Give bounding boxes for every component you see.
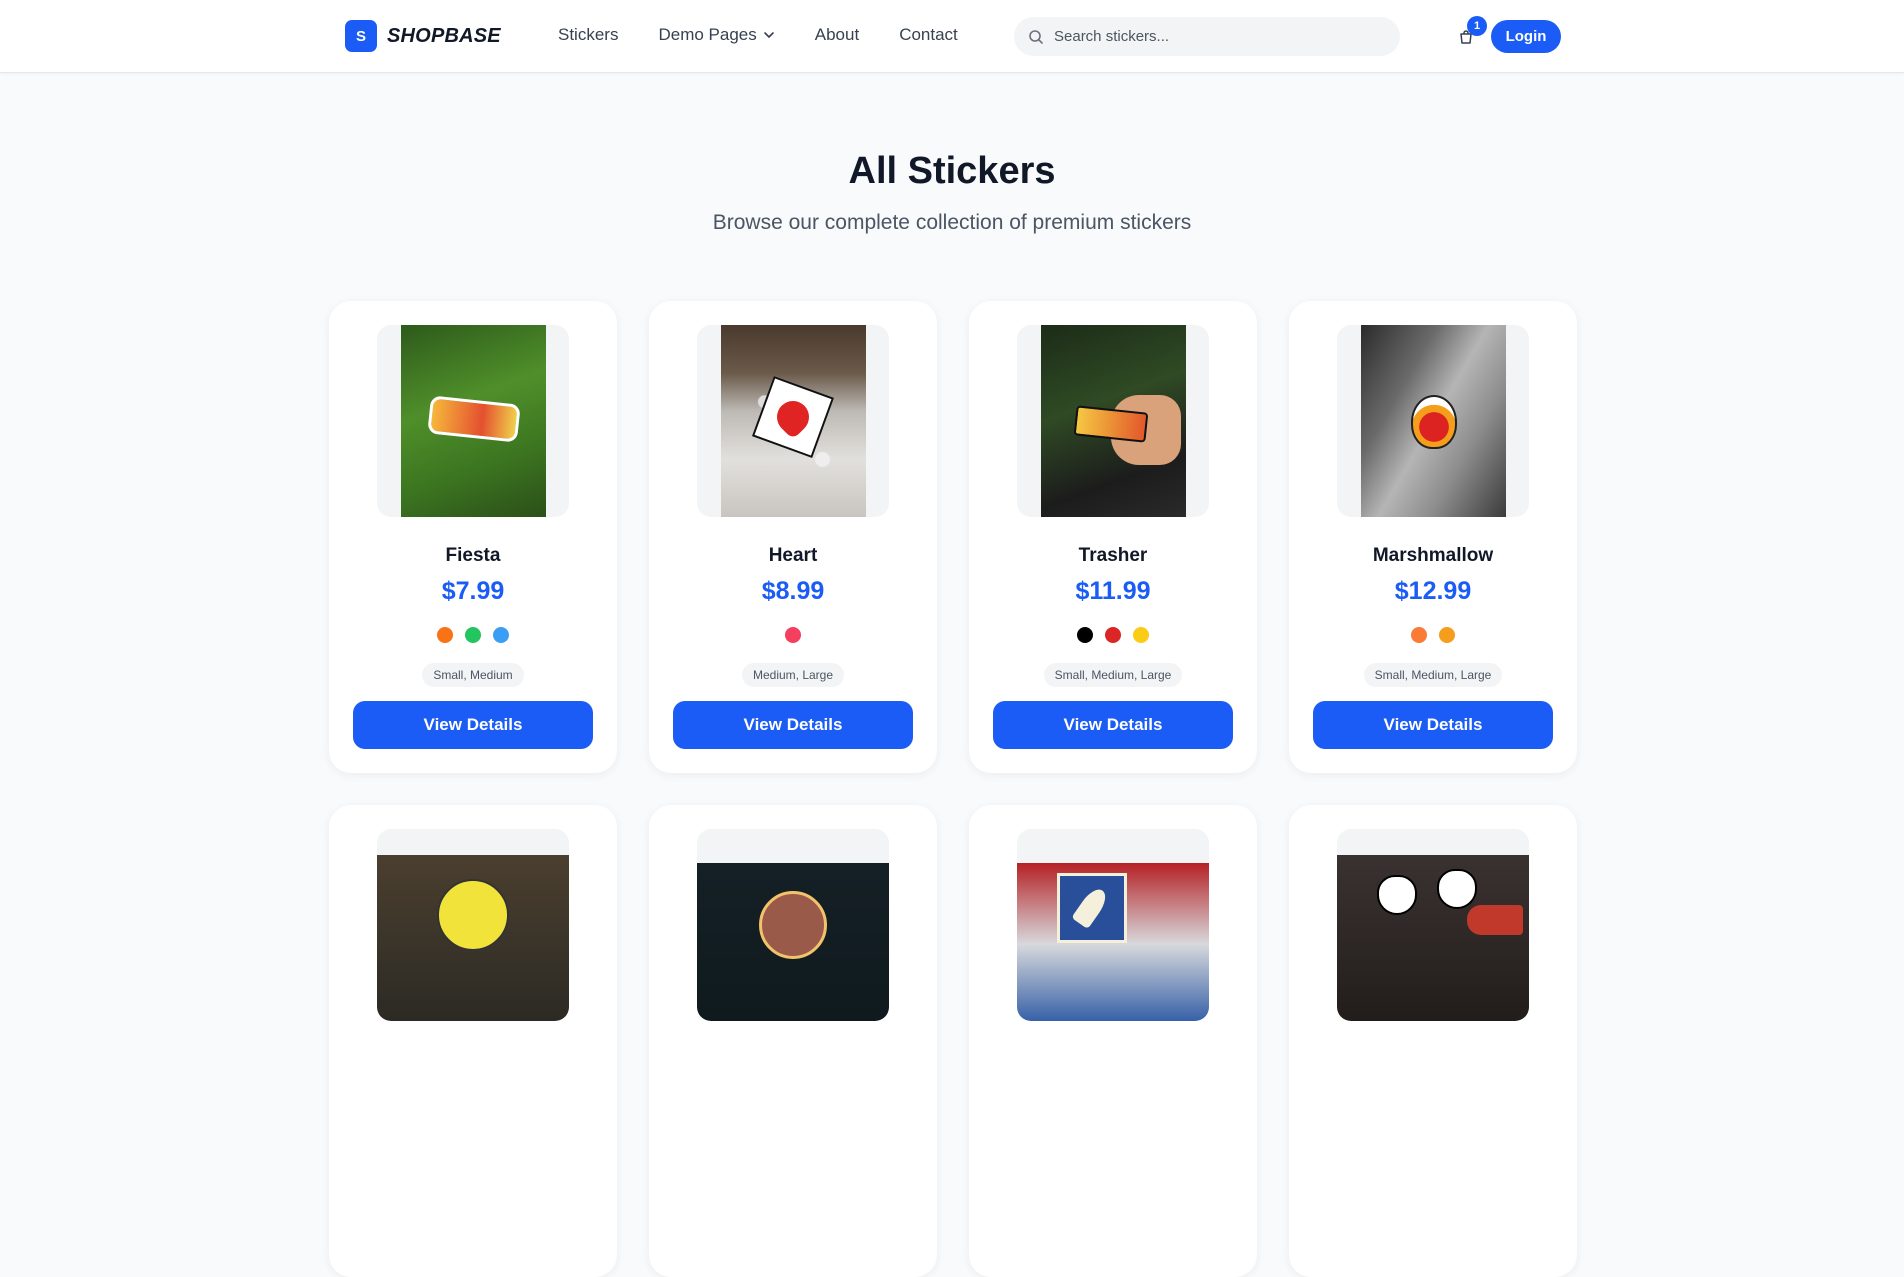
size-badge-row: Medium, Large — [649, 663, 937, 687]
color-swatch — [1133, 627, 1149, 643]
nav-label: About — [814, 25, 860, 44]
size-badge: Medium, Large — [741, 663, 845, 687]
product-name: Fiesta — [445, 545, 501, 566]
search-bar — [1014, 17, 1400, 56]
color-swatch — [785, 627, 801, 643]
nav-item-stickers[interactable]: Stickers — [558, 25, 618, 45]
product-card — [969, 805, 1257, 1277]
logo-badge: S — [345, 20, 377, 52]
product-image — [720, 325, 866, 517]
size-badge: Small, Medium, Large — [1363, 663, 1503, 687]
product-image — [1040, 325, 1186, 517]
color-swatch — [493, 627, 509, 643]
product-card: Marshmallow $12.99 Small, Medium, Large … — [1289, 301, 1577, 773]
nav-label: Contact — [899, 25, 958, 44]
view-details-button[interactable]: View Details — [673, 701, 913, 749]
page-title: All Stickers — [848, 150, 1056, 192]
color-swatch — [1439, 627, 1455, 643]
product-price: $11.99 — [1075, 577, 1151, 605]
login-button[interactable]: Login — [1491, 20, 1561, 53]
size-badge: Small, Medium — [422, 663, 524, 687]
size-badge: Small, Medium, Large — [1043, 663, 1183, 687]
site-header: S SHOPBASE Stickers Demo Pages About Con… — [0, 0, 1904, 73]
size-badge-row: Small, Medium — [329, 663, 617, 687]
search-icon — [1029, 29, 1043, 44]
logo[interactable]: S SHOPBASE — [345, 20, 501, 52]
product-image-frame[interactable] — [1017, 325, 1209, 517]
product-image — [400, 325, 546, 517]
product-name: Heart — [768, 545, 818, 566]
product-image-frame[interactable] — [1337, 829, 1529, 1021]
product-grid: Fiesta $7.99 Small, Medium View Details … — [329, 301, 1577, 1277]
nav-item-about[interactable]: About — [815, 25, 859, 45]
brand-name: SHOPBASE — [387, 24, 501, 47]
product-card: Trasher $11.99 Small, Medium, Large View… — [969, 301, 1257, 773]
product-name: Trasher — [1078, 545, 1148, 566]
product-price: $8.99 — [761, 577, 825, 605]
product-image — [1337, 829, 1529, 1021]
color-swatches — [649, 627, 937, 643]
product-image-frame[interactable] — [697, 325, 889, 517]
product-card — [329, 805, 617, 1277]
page-subtitle: Browse our complete collection of premiu… — [712, 211, 1192, 234]
color-swatch — [437, 627, 453, 643]
view-details-button[interactable]: View Details — [1313, 701, 1553, 749]
product-image-frame[interactable] — [377, 325, 569, 517]
product-image-frame[interactable] — [377, 829, 569, 1021]
product-price: $7.99 — [441, 577, 505, 605]
product-image — [1017, 829, 1209, 1021]
cart-count-badge: 1 — [1467, 16, 1487, 36]
main-nav: Stickers Demo Pages About Contact — [558, 25, 958, 45]
product-card — [649, 805, 937, 1277]
view-details-button[interactable]: View Details — [993, 701, 1233, 749]
product-image-frame[interactable] — [697, 829, 889, 1021]
nav-item-contact[interactable]: Contact — [899, 25, 958, 45]
product-card: Heart $8.99 Medium, Large View Details — [649, 301, 937, 773]
color-swatch — [1077, 627, 1093, 643]
color-swatches — [1289, 627, 1577, 643]
product-image — [697, 829, 889, 1021]
color-swatches — [969, 627, 1257, 643]
color-swatch — [465, 627, 481, 643]
product-price: $12.99 — [1394, 577, 1472, 605]
color-swatch — [1105, 627, 1121, 643]
size-badge-row: Small, Medium, Large — [1289, 663, 1577, 687]
product-image-frame[interactable] — [1017, 829, 1209, 1021]
product-name: Marshmallow — [1372, 545, 1494, 566]
product-image-frame[interactable] — [1337, 325, 1529, 517]
search-input[interactable] — [1054, 28, 1374, 45]
size-badge-row: Small, Medium, Large — [969, 663, 1257, 687]
product-image — [1360, 325, 1506, 517]
view-details-button[interactable]: View Details — [353, 701, 593, 749]
product-card: Fiesta $7.99 Small, Medium View Details — [329, 301, 617, 773]
product-image — [377, 829, 569, 1021]
nav-label: Demo Pages — [658, 25, 757, 44]
color-swatches — [329, 627, 617, 643]
nav-label: Stickers — [558, 25, 619, 44]
color-swatch — [1411, 627, 1427, 643]
product-card — [1289, 805, 1577, 1277]
nav-item-demo-pages[interactable]: Demo Pages — [658, 25, 774, 45]
chevron-down-icon — [763, 32, 774, 38]
